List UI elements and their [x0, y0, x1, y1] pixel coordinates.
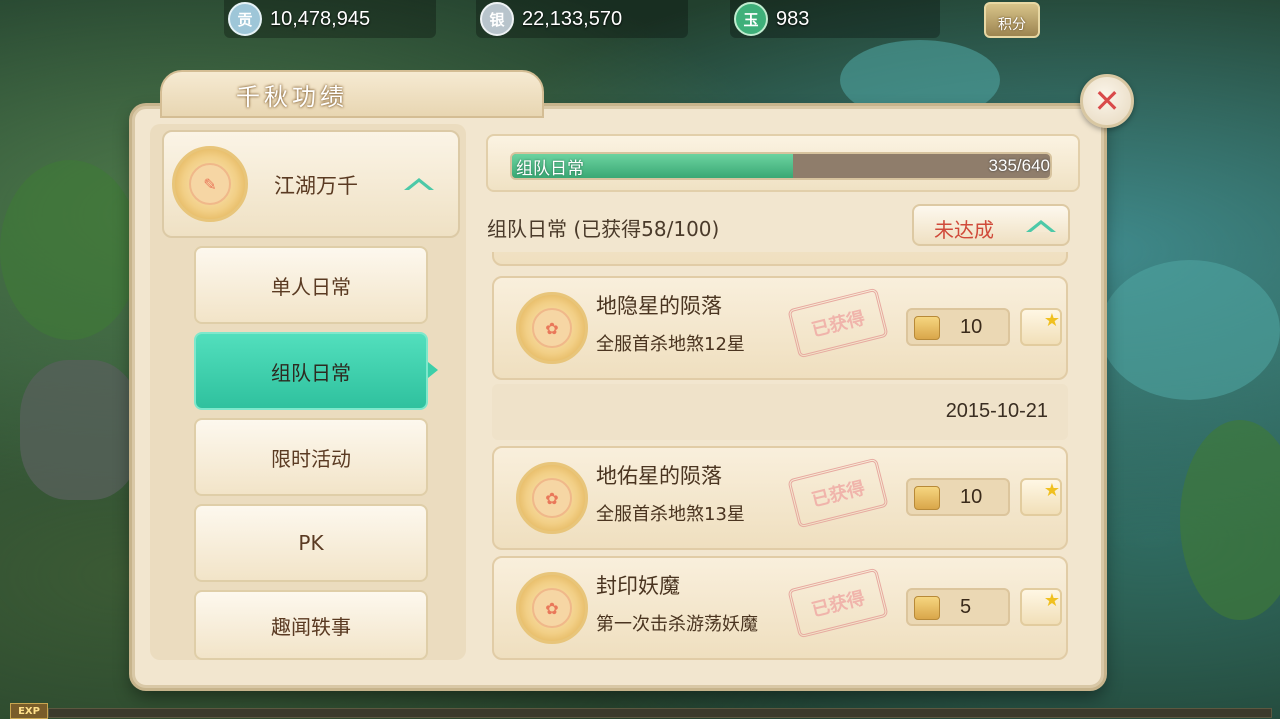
close-button[interactable]: ✕: [1080, 74, 1134, 128]
date-label: 2015-10-21: [945, 400, 1048, 422]
achievement-desc: 全服首杀地煞13星: [596, 504, 745, 525]
category-label: 江湖万千: [274, 174, 358, 198]
exp-bar: [48, 708, 1272, 718]
reward-box: 5: [906, 588, 1010, 626]
category-medal-icon: ✎: [172, 146, 248, 222]
nav-anecdotes[interactable]: 趣闻轶事: [194, 590, 428, 660]
background-lily-pad: [1100, 260, 1280, 400]
progress-count: 335/640: [988, 156, 1050, 175]
achievement-name: 封印妖魔: [596, 574, 680, 598]
achievement-medal-icon: ✿: [516, 572, 588, 644]
score-button[interactable]: 积分: [984, 2, 1040, 38]
section-title: 组队日常 (已获得58/100): [487, 217, 720, 241]
silver-value: 22,133,570: [522, 7, 623, 30]
reward-amount: 10: [960, 486, 983, 508]
close-icon: ✕: [1093, 82, 1121, 120]
achievement-name: 地隐星的陨落: [596, 294, 722, 318]
obtained-stamp: 已获得: [787, 567, 889, 639]
achievement-medal-icon: ✿: [516, 462, 588, 534]
background-foliage: [0, 160, 140, 340]
reward-gift-icon[interactable]: ★: [1020, 478, 1062, 516]
contribution-coin-icon: 贡: [228, 2, 262, 36]
reward-gift-icon[interactable]: ★: [1020, 308, 1062, 346]
chevron-up-icon[interactable]: [404, 178, 434, 190]
achievement-list[interactable]: ✿ 地隐星的陨落 全服首杀地煞12星 已获得 10 ★ 2015-10-21 ✿…: [486, 252, 1080, 660]
achievement-medal-icon: ✿: [516, 292, 588, 364]
nav-limited-events[interactable]: 限时活动: [194, 418, 428, 496]
achievement-desc: 全服首杀地煞12星: [596, 334, 745, 355]
panel-title: 千秋功绩: [236, 82, 348, 111]
achievement-item[interactable]: ✿ 封印妖魔 第一次击杀游荡妖魔 已获得 5 ★: [492, 556, 1068, 660]
reward-amount: 5: [960, 596, 972, 618]
panel-title-banner: 千秋功绩: [160, 70, 544, 118]
contribution-value: 10,478,945: [270, 7, 371, 30]
background-rock: [20, 360, 140, 500]
silver-ingot-icon[interactable]: 银: [480, 2, 514, 36]
background-foliage: [1180, 420, 1280, 620]
achievement-desc: 第一次击杀游荡妖魔: [596, 614, 758, 635]
active-nav-arrow-icon: [428, 362, 438, 378]
score-button-label: 积分: [998, 17, 1026, 33]
date-separator: 2015-10-21: [492, 384, 1068, 440]
reward-box: 10: [906, 308, 1010, 346]
reward-gift-icon[interactable]: ★: [1020, 588, 1062, 626]
nav-solo-daily[interactable]: 单人日常: [194, 246, 428, 324]
nav-pk[interactable]: PK: [194, 504, 428, 582]
achievement-name: 地佑星的陨落: [596, 464, 722, 488]
token-icon: [914, 486, 940, 510]
reward-box: 10: [906, 478, 1010, 516]
jade-counter: 玉 983: [730, 0, 940, 38]
list-item-partial: [492, 252, 1068, 266]
nav-team-daily[interactable]: 组队日常: [194, 332, 428, 410]
token-icon: [914, 316, 940, 340]
achievement-item[interactable]: ✿ 地隐星的陨落 全服首杀地煞12星 已获得 10 ★: [492, 276, 1068, 380]
chevron-up-icon: [1026, 220, 1056, 232]
progress-bar: [510, 152, 1052, 180]
progress-label: 组队日常: [516, 159, 584, 179]
status-toggle-button[interactable]: 未达成: [912, 204, 1070, 246]
obtained-stamp: 已获得: [787, 287, 889, 359]
jade-icon[interactable]: 玉: [734, 2, 768, 36]
jade-value: 983: [776, 7, 810, 30]
contribution-counter: 贡 10,478,945: [224, 0, 436, 38]
reward-amount: 10: [960, 316, 983, 338]
achievement-item[interactable]: ✿ 地佑星的陨落 全服首杀地煞13星 已获得 10 ★: [492, 446, 1068, 550]
token-icon: [914, 596, 940, 620]
silver-counter: 银 22,133,570: [476, 0, 688, 38]
obtained-stamp: 已获得: [787, 457, 889, 529]
exp-badge: EXP: [10, 703, 48, 719]
status-label: 未达成: [934, 218, 994, 242]
